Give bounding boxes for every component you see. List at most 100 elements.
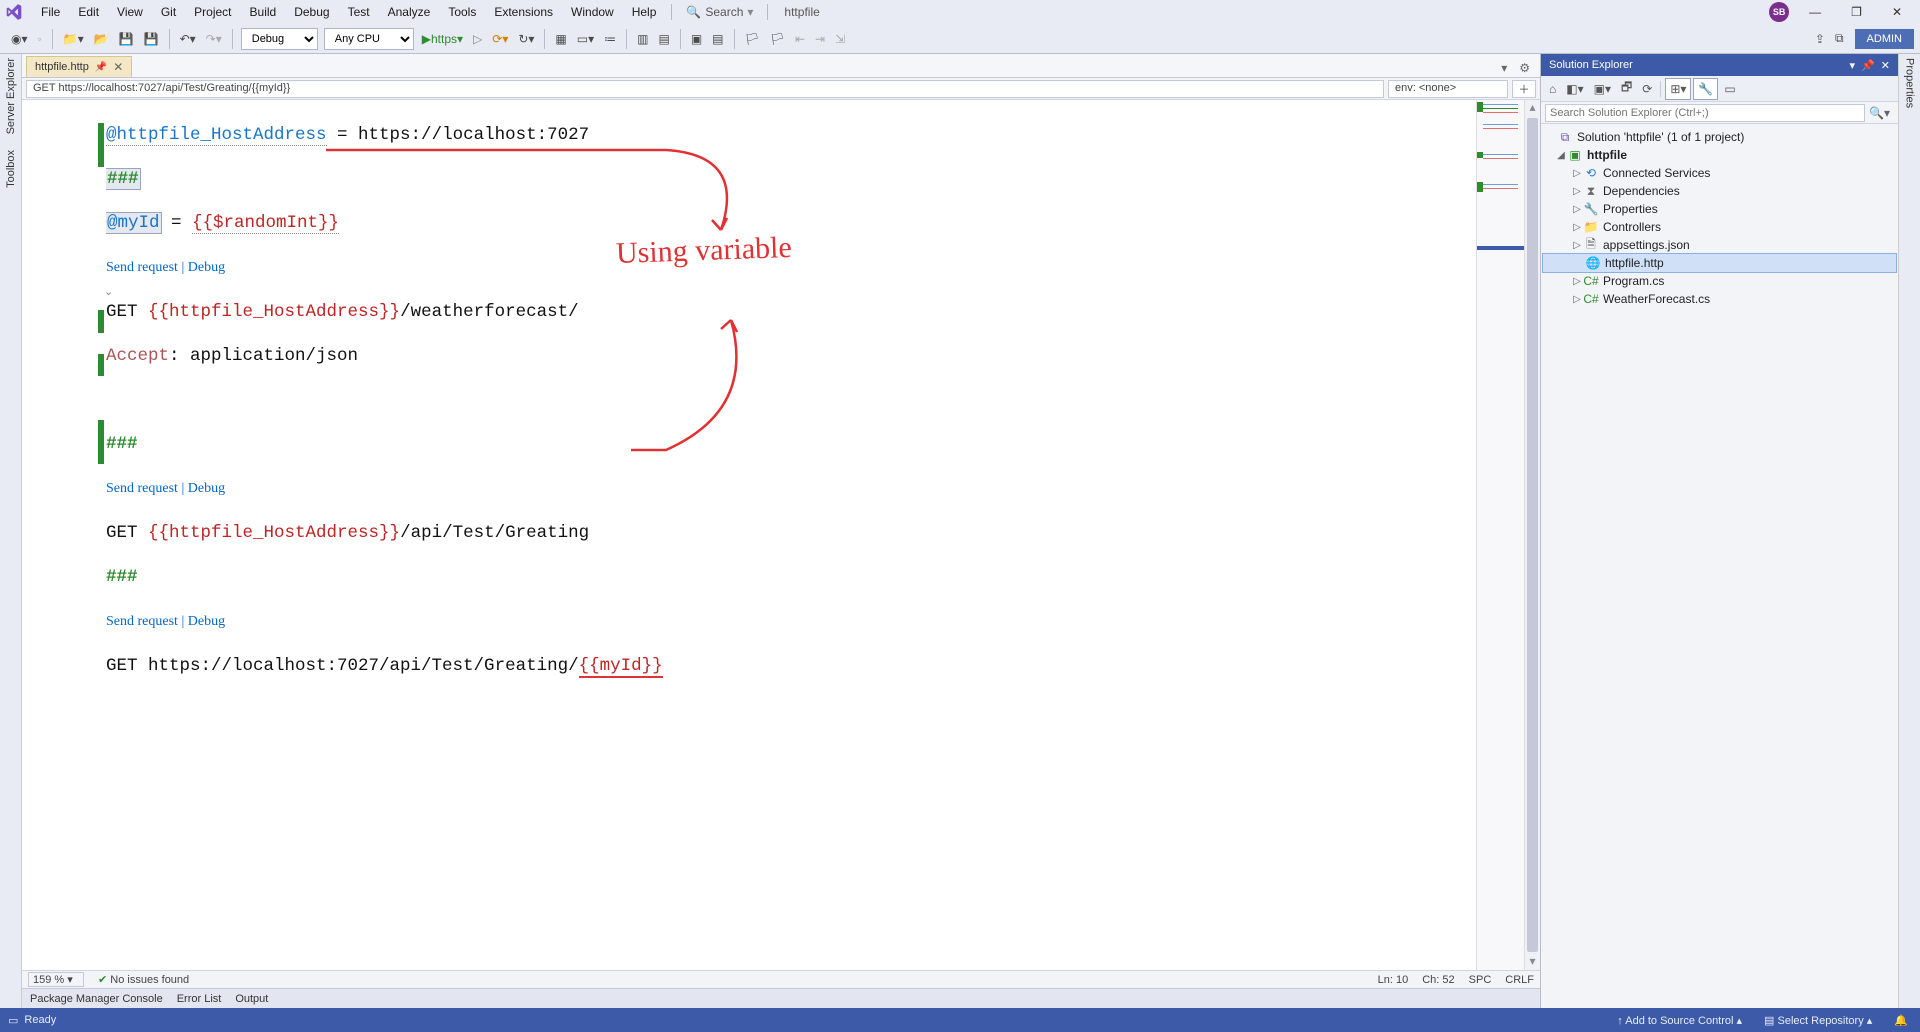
tree-dependencies[interactable]: ▷⧗Dependencies (1543, 182, 1896, 200)
live-share-button[interactable]: ⧉ (1830, 28, 1849, 49)
eol-indicator[interactable]: CRLF (1505, 974, 1534, 986)
search-icon[interactable]: 🔍▾ (1865, 106, 1894, 120)
env-selector[interactable]: env: <none> (1388, 80, 1508, 98)
debug-link[interactable]: Debug (188, 260, 225, 275)
refresh-button[interactable]: ↻▾ (513, 29, 539, 49)
output-tab[interactable]: Output (235, 993, 268, 1005)
open-file-button[interactable]: 📂 (89, 29, 114, 49)
file-tab-httpfile[interactable]: httpfile.http 📌 ✕ (26, 56, 132, 77)
admin-badge[interactable]: ADMIN (1855, 29, 1914, 49)
tree-weather[interactable]: ▷C#WeatherForecast.cs (1543, 290, 1896, 308)
error-list-tab[interactable]: Error List (177, 993, 222, 1005)
restore-button[interactable]: ❐ (1841, 1, 1872, 23)
issues-status[interactable]: ✔ No issues found (98, 973, 189, 986)
menu-build[interactable]: Build (241, 2, 286, 22)
request-selector[interactable]: GET https://localhost:7027/api/Test/Grea… (26, 80, 1384, 98)
menu-extensions[interactable]: Extensions (485, 2, 562, 22)
tb-icon[interactable]: ▤ (653, 29, 674, 49)
tree-properties[interactable]: ▷🔧Properties (1543, 200, 1896, 218)
search-box[interactable]: 🔍 Search ▾ (678, 3, 761, 21)
close-icon[interactable]: ✕ (1881, 59, 1890, 72)
close-icon[interactable]: ✕ (113, 60, 123, 74)
close-button[interactable]: ✕ (1882, 1, 1912, 23)
start-debug-button[interactable]: ▶ https ▾ (417, 29, 468, 49)
sync-icon[interactable]: 🗗 (1617, 75, 1636, 102)
notifications-icon[interactable]: 🔔 (1890, 1012, 1912, 1029)
pin-icon[interactable]: 📌 (95, 62, 107, 73)
menu-tools[interactable]: Tools (439, 2, 485, 22)
package-manager-console-tab[interactable]: Package Manager Console (30, 993, 163, 1005)
send-request-link[interactable]: Send request (106, 481, 178, 496)
refresh-icon[interactable]: ⟳ (1638, 79, 1656, 99)
zoom-select[interactable]: 159 % ▾ (28, 972, 84, 987)
menu-file[interactable]: File (32, 2, 69, 22)
toolbox-tab[interactable]: Toolbox (5, 150, 17, 188)
minimap[interactable] (1476, 100, 1524, 970)
line-indicator[interactable]: Ln: 10 (1378, 974, 1409, 986)
tb-icon[interactable]: ⇥ (810, 29, 830, 49)
tb-icon[interactable]: ⇤ (790, 29, 810, 49)
solution-search-input[interactable] (1545, 104, 1865, 122)
col-indicator[interactable]: Ch: 52 (1422, 974, 1454, 986)
save-button[interactable]: 💾 (114, 29, 139, 49)
solution-config-select[interactable]: Debug (241, 28, 318, 50)
tab-settings-button[interactable]: ⚙ (1515, 59, 1534, 77)
menu-help[interactable]: Help (623, 2, 666, 22)
select-repo-button[interactable]: ▤ Select Repository ▴ (1760, 1012, 1876, 1029)
tree-program[interactable]: ▷C#Program.cs (1543, 272, 1896, 290)
minimize-button[interactable]: — (1799, 1, 1831, 23)
scroll-down-icon[interactable]: ▾ (1525, 954, 1540, 970)
tb-icon[interactable]: ▦ (550, 29, 571, 49)
add-env-button[interactable]: ＋ (1512, 80, 1536, 98)
indent-indicator[interactable]: SPC (1469, 974, 1492, 986)
pending-icon[interactable]: ▣▾ (1590, 79, 1615, 99)
solution-platform-select[interactable]: Any CPU (324, 28, 414, 50)
pin-icon[interactable]: 📌 (1861, 59, 1875, 72)
send-request-link[interactable]: Send request (106, 260, 178, 275)
tree-controllers[interactable]: ▷📁Controllers (1543, 218, 1896, 236)
properties-icon[interactable]: 🔧 (1693, 78, 1718, 100)
tb-icon[interactable]: ▥ (632, 29, 653, 49)
menu-window[interactable]: Window (562, 2, 623, 22)
tree-project[interactable]: ◢▣httpfile (1543, 146, 1896, 164)
undo-button[interactable]: ↶▾ (175, 29, 201, 49)
vertical-scrollbar[interactable]: ▴ ▾ (1524, 100, 1540, 970)
preview-icon[interactable]: ▭ (1720, 79, 1739, 99)
server-explorer-tab[interactable]: Server Explorer (5, 58, 17, 134)
hot-reload-button[interactable]: ⟳▾ (487, 29, 513, 49)
tree-httpfile[interactable]: 🌐httpfile.http (1543, 254, 1896, 272)
nav-back-button[interactable]: ◉▾ (6, 29, 33, 49)
debug-link[interactable]: Debug (188, 481, 225, 496)
add-source-control-button[interactable]: ↑ Add to Source Control ▴ (1613, 1012, 1746, 1029)
tb-icon[interactable]: ▤ (707, 29, 728, 49)
tb-icon[interactable]: ▣ (686, 29, 707, 49)
menu-edit[interactable]: Edit (69, 2, 108, 22)
tb-icon[interactable]: ▭▾ (572, 29, 599, 49)
menu-git[interactable]: Git (152, 2, 185, 22)
home-icon[interactable]: ⌂ (1545, 79, 1560, 99)
tb-icon[interactable]: 🏳 (765, 29, 790, 49)
panel-menu-icon[interactable]: ▾ (1850, 59, 1856, 72)
tab-overflow-button[interactable]: ▾ (1497, 59, 1511, 77)
tree-appsettings[interactable]: ▷🗎appsettings.json (1543, 236, 1896, 254)
start-without-debug-button[interactable]: ▷ (468, 29, 487, 49)
scroll-up-icon[interactable]: ▴ (1525, 100, 1540, 116)
menu-test[interactable]: Test (339, 2, 379, 22)
nav-forward-button[interactable]: ◦ (33, 29, 47, 49)
menu-view[interactable]: View (108, 2, 152, 22)
save-all-button[interactable]: 💾 (139, 29, 164, 49)
debug-link[interactable]: Debug (188, 614, 225, 629)
new-project-button[interactable]: 📁▾ (58, 29, 89, 49)
menu-debug[interactable]: Debug (285, 2, 338, 22)
tb-icon[interactable]: ≔ (599, 29, 621, 49)
share-button[interactable]: ⇪ (1810, 29, 1830, 49)
redo-button[interactable]: ↷▾ (201, 29, 227, 49)
user-avatar[interactable]: SB (1769, 2, 1789, 22)
code-area[interactable]: @httpfile_HostAddress = https://localhos… (106, 100, 1476, 970)
tree-connected-services[interactable]: ▷⟲Connected Services (1543, 164, 1896, 182)
send-request-link[interactable]: Send request (106, 614, 178, 629)
tree-solution[interactable]: ⧉Solution 'httpfile' (1 of 1 project) (1543, 128, 1896, 146)
switch-views-icon[interactable]: ◧▾ (1562, 79, 1587, 99)
properties-tab[interactable]: Properties (1904, 58, 1916, 108)
tb-icon[interactable]: 🏳 (740, 29, 765, 49)
